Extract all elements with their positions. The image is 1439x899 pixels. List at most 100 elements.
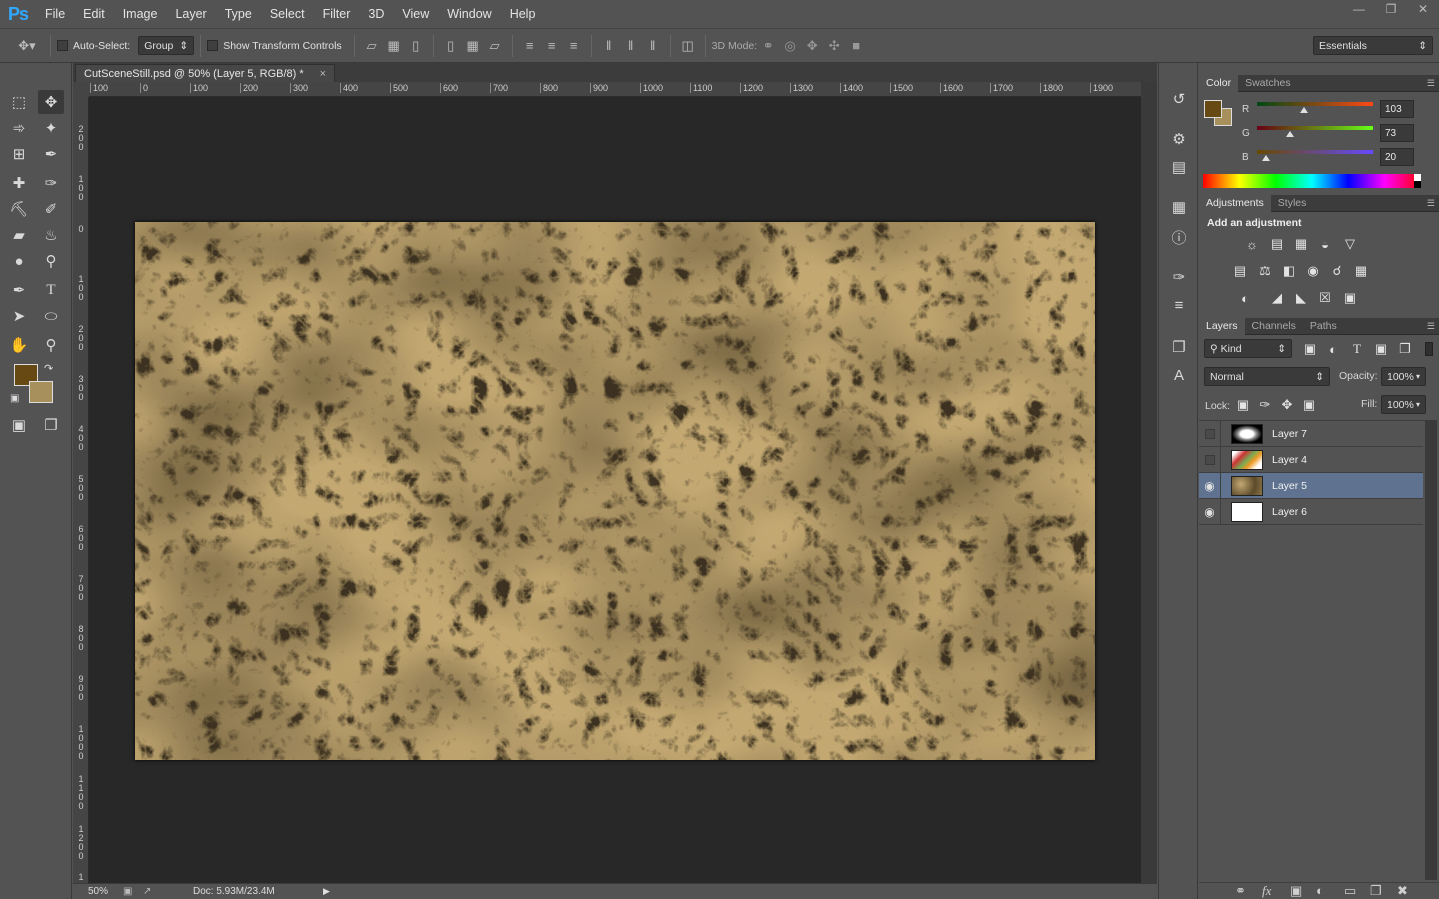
distribute-vcenter-icon[interactable]: ≡ [541, 36, 563, 56]
ramp-black-white[interactable] [1414, 174, 1421, 188]
menu-edit[interactable]: Edit [74, 0, 114, 28]
actions-panel-icon[interactable]: ⚙ [1167, 127, 1191, 151]
dodge-tool-icon[interactable]: ⚲ [38, 249, 64, 273]
brush-presets-panel-icon[interactable]: ✑ [1167, 265, 1191, 289]
canvas-vertical-scrollbar[interactable] [1141, 82, 1157, 883]
selective-color-icon[interactable]: ☒ [1315, 289, 1335, 307]
red-slider-thumb[interactable] [1299, 107, 1308, 113]
new-group-icon[interactable]: ▭ [1344, 883, 1356, 899]
filter-type-icon[interactable]: T [1347, 340, 1367, 358]
swap-colors-icon[interactable]: ↷ [44, 362, 53, 375]
vibrance-icon[interactable]: ▽ [1340, 235, 1360, 253]
workspace-dropdown[interactable]: Essentials ⇕ [1313, 36, 1433, 55]
transform-controls-checkbox[interactable] [207, 40, 219, 51]
history-brush-tool-icon[interactable]: ✐ [38, 197, 64, 221]
3d-pan-icon[interactable]: ✥ [801, 36, 823, 56]
opacity-field[interactable]: 100% ▾ [1381, 367, 1426, 386]
layer-row-layer-5[interactable]: ◉ Layer 5 [1199, 472, 1423, 499]
background-color-swatch[interactable] [29, 381, 53, 403]
align-right-icon[interactable]: ▱ [484, 36, 506, 56]
visibility-toggle[interactable]: ◉ [1199, 472, 1221, 499]
delete-layer-icon[interactable]: ✖ [1397, 883, 1408, 899]
ellipse-tool-icon[interactable]: ⬭ [38, 304, 64, 328]
new-adjustment-layer-icon[interactable]: ◐ [1316, 883, 1324, 898]
green-value-field[interactable]: 73 [1380, 124, 1414, 142]
spectrum-ramp[interactable] [1203, 174, 1421, 188]
layer-name[interactable]: Layer 6 [1272, 506, 1307, 518]
histogram-panel-icon[interactable]: ▤ [1167, 155, 1191, 179]
eyedropper-tool-icon[interactable]: ✒ [38, 142, 64, 166]
color-balance-icon[interactable]: ⚖ [1255, 262, 1275, 280]
status-menu-arrow-icon[interactable]: ▶ [323, 886, 330, 897]
green-slider-thumb[interactable] [1286, 131, 1295, 137]
tab-layers[interactable]: Layers [1199, 317, 1245, 335]
exposure-icon[interactable]: ◒ [1315, 235, 1335, 253]
3d-scale-icon[interactable]: ■ [845, 36, 867, 56]
zoom-level[interactable]: 50% [73, 886, 123, 897]
menu-image[interactable]: Image [114, 0, 167, 28]
clone-source-panel-icon[interactable]: ❐ [1167, 335, 1191, 359]
red-slider-track[interactable] [1257, 102, 1373, 106]
fill-field[interactable]: 100% ▾ [1381, 395, 1426, 414]
menu-filter[interactable]: Filter [314, 0, 360, 28]
menu-file[interactable]: File [36, 0, 74, 28]
layer-row-layer-6[interactable]: ◉ Layer 6 [1199, 498, 1423, 525]
layer-row-layer-4[interactable]: Layer 4 [1199, 446, 1423, 473]
tab-styles[interactable]: Styles [1271, 195, 1314, 212]
panel-menu-icon[interactable]: ☰ [1427, 321, 1435, 332]
auto-select-target-dropdown[interactable]: Group ⇕ [138, 36, 195, 55]
layer-style-icon[interactable]: fx [1262, 883, 1271, 899]
pen-tool-icon[interactable]: ✒ [6, 278, 32, 302]
menu-view[interactable]: View [393, 0, 438, 28]
align-hcenter-icon[interactable]: ▦ [462, 36, 484, 56]
distribute-right-icon[interactable]: ‖ [642, 36, 664, 56]
align-vcenter-icon[interactable]: ▦ [383, 36, 405, 56]
distribute-top-icon[interactable]: ≡ [519, 36, 541, 56]
gradient-map-icon[interactable]: ▣ [1340, 289, 1360, 307]
lock-transparency-icon[interactable]: ▣ [1233, 396, 1253, 414]
menu-3d[interactable]: 3D [359, 0, 393, 28]
paint-bucket-tool-icon[interactable]: ♨ [38, 223, 64, 247]
tab-swatches[interactable]: Swatches [1238, 75, 1298, 92]
auto-align-icon[interactable]: ◫ [677, 36, 699, 56]
healing-brush-tool-icon[interactable]: ✚ [6, 171, 32, 195]
distribute-left-icon[interactable]: ‖ [598, 36, 620, 56]
layer-name[interactable]: Layer 5 [1272, 480, 1307, 492]
minimize-icon[interactable]: — [1343, 0, 1375, 18]
black-white-icon[interactable]: ◧ [1279, 262, 1299, 280]
layer-name[interactable]: Layer 7 [1272, 428, 1307, 440]
document-tab[interactable]: CutSceneStill.psd @ 50% (Layer 5, RGB/8)… [75, 64, 335, 82]
quick-mask-icon[interactable]: ▣ [6, 413, 32, 437]
layers-scrollbar[interactable] [1425, 420, 1437, 880]
brightness-contrast-icon[interactable]: ☼ [1242, 235, 1262, 253]
menu-window[interactable]: Window [438, 0, 500, 28]
screen-mode-icon[interactable]: ❐ [38, 413, 64, 437]
green-slider-track[interactable] [1257, 126, 1373, 130]
move-tool-preset-icon[interactable]: ✥▾ [10, 36, 44, 56]
distribute-hcenter-icon[interactable]: ‖ [620, 36, 642, 56]
align-bottom-icon[interactable]: ▯ [405, 36, 427, 56]
marquee-tool-icon[interactable]: ⬚ [6, 90, 32, 114]
blue-slider-thumb[interactable] [1262, 155, 1271, 161]
magic-wand-tool-icon[interactable]: ✦ [38, 116, 64, 140]
invert-icon[interactable]: ◐ [1235, 289, 1255, 307]
filter-shape-icon[interactable]: ▣ [1371, 340, 1391, 358]
path-selection-tool-icon[interactable]: ➤ [6, 304, 32, 328]
ruler-origin[interactable] [73, 82, 89, 97]
menu-type[interactable]: Type [216, 0, 261, 28]
lock-all-icon[interactable]: ▣ [1299, 396, 1319, 414]
distribute-bottom-icon[interactable]: ≡ [563, 36, 585, 56]
brush-panel-icon[interactable]: ≡ [1167, 293, 1191, 317]
character-panel-icon[interactable]: A [1167, 363, 1191, 387]
zoom-tool-icon[interactable]: ⚲ [38, 333, 64, 357]
layer-name[interactable]: Layer 4 [1272, 454, 1307, 466]
filter-adjustment-icon[interactable]: ◐ [1323, 340, 1343, 358]
curves-icon[interactable]: ▦ [1291, 235, 1311, 253]
threshold-icon[interactable]: ◣ [1291, 289, 1311, 307]
color-panel-foreground-swatch[interactable] [1204, 100, 1222, 118]
hue-saturation-icon[interactable]: ▤ [1230, 262, 1250, 280]
type-tool-icon[interactable]: T [38, 278, 64, 302]
canvas-artwork[interactable] [135, 222, 1095, 760]
menu-layer[interactable]: Layer [166, 0, 215, 28]
close-icon[interactable]: ✕ [1407, 0, 1439, 18]
